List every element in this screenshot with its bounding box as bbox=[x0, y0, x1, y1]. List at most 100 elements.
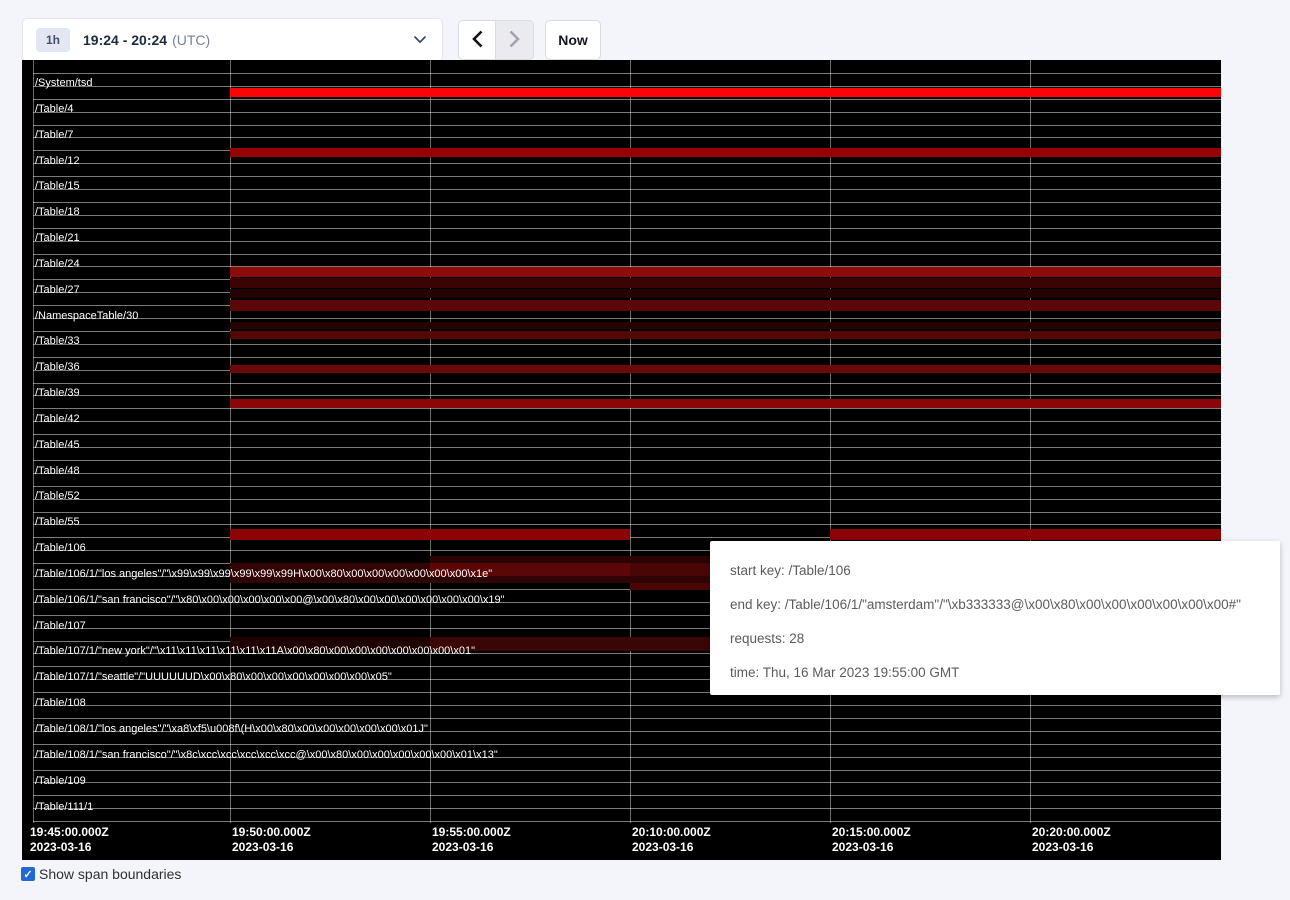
time-axis-label: 20:10:00.000Z2023-03-16 bbox=[632, 825, 711, 855]
row-label: /System/tsd bbox=[35, 77, 92, 89]
span-boundary-line bbox=[33, 241, 1221, 242]
span-boundary-line bbox=[33, 705, 1221, 706]
time-grid-line bbox=[830, 60, 831, 823]
chevron-right-icon bbox=[509, 30, 520, 51]
row-label: /Table/27 bbox=[35, 284, 80, 296]
axis-time: 19:50:00.000Z bbox=[232, 825, 311, 840]
axis-date: 2023-03-16 bbox=[832, 840, 911, 855]
row-label: /Table/39 bbox=[35, 387, 80, 399]
row-label: /Table/45 bbox=[35, 439, 80, 451]
heatmap-band[interactable] bbox=[230, 278, 1221, 288]
span-boundary-line bbox=[33, 770, 1221, 771]
next-interval-button[interactable] bbox=[496, 21, 533, 59]
axis-date: 2023-03-16 bbox=[632, 840, 711, 855]
show-span-boundaries-checkbox[interactable]: ✓ bbox=[21, 867, 35, 881]
span-boundary-line bbox=[33, 254, 1221, 255]
row-label: /Table/108/1/"san francisco"/"\x8c\xcc\x… bbox=[35, 749, 498, 761]
heatmap-band[interactable] bbox=[230, 399, 1221, 408]
tooltip-requests: requests: 28 bbox=[730, 622, 1260, 656]
span-boundary-line bbox=[33, 215, 1221, 216]
time-nav-group bbox=[458, 20, 534, 60]
now-button[interactable]: Now bbox=[545, 20, 601, 60]
span-boundary-line bbox=[33, 421, 1221, 422]
cell-tooltip: start key: /Table/106 end key: /Table/10… bbox=[710, 541, 1280, 695]
axis-time: 20:10:00.000Z bbox=[632, 825, 711, 840]
heatmap-band[interactable] bbox=[230, 88, 1221, 97]
time-axis-label: 19:50:00.000Z2023-03-16 bbox=[232, 825, 311, 855]
footer: ✓ Show span boundaries bbox=[21, 866, 181, 882]
axis-time: 19:55:00.000Z bbox=[432, 825, 511, 840]
row-label: /Table/24 bbox=[35, 258, 80, 270]
row-label: /NamespaceTable/30 bbox=[35, 310, 138, 322]
axis-time: 20:20:00.000Z bbox=[1032, 825, 1111, 840]
row-label: /Table/7 bbox=[35, 129, 74, 141]
row-label: /Table/111/1 bbox=[35, 801, 93, 813]
span-boundary-line bbox=[33, 782, 1221, 783]
row-label: /Table/48 bbox=[35, 465, 80, 477]
span-boundary-line bbox=[33, 821, 1221, 822]
span-boundary-line bbox=[33, 434, 1221, 435]
span-boundary-line bbox=[33, 125, 1221, 126]
key-visualizer-canvas[interactable]: /System/tsd/Table/4/Table/7/Table/12/Tab… bbox=[22, 60, 1221, 860]
heatmap-band[interactable] bbox=[830, 529, 1221, 540]
row-label: /Table/42 bbox=[35, 413, 80, 425]
range-text: 19:24 - 20:24 bbox=[83, 32, 167, 48]
span-boundary-line bbox=[33, 383, 1221, 384]
axis-date: 2023-03-16 bbox=[30, 840, 109, 855]
span-boundary-line bbox=[33, 99, 1221, 100]
heatmap-band[interactable] bbox=[230, 365, 1221, 373]
heatmap-band[interactable] bbox=[230, 267, 1221, 277]
tooltip-end-key: end key: /Table/106/1/"amsterdam"/"\xb33… bbox=[730, 588, 1260, 622]
axis-date: 2023-03-16 bbox=[432, 840, 511, 855]
row-label: /Table/15 bbox=[35, 180, 80, 192]
heatmap-band[interactable] bbox=[230, 148, 1221, 157]
tooltip-time: time: Thu, 16 Mar 2023 19:55:00 GMT bbox=[730, 656, 1260, 690]
previous-interval-button[interactable] bbox=[459, 21, 496, 59]
time-axis-label: 19:45:00.000Z2023-03-16 bbox=[30, 825, 109, 855]
row-label: /Table/21 bbox=[35, 232, 80, 244]
span-boundary-line bbox=[33, 163, 1221, 164]
axis-time: 20:15:00.000Z bbox=[832, 825, 911, 840]
time-grid-line bbox=[430, 60, 431, 823]
row-label: /Table/107/1/"new york"/"\x11\x11\x11\x1… bbox=[35, 645, 475, 657]
span-boundary-line bbox=[33, 395, 1221, 396]
heatmap-band[interactable] bbox=[230, 300, 1221, 311]
row-label: /Table/52 bbox=[35, 490, 80, 502]
row-label: /Table/55 bbox=[35, 516, 80, 528]
row-label: /Table/33 bbox=[35, 335, 80, 347]
axis-time: 19:45:00.000Z bbox=[30, 825, 109, 840]
span-boundary-line bbox=[33, 473, 1221, 474]
time-grid-line bbox=[33, 60, 34, 823]
time-axis-label: 20:15:00.000Z2023-03-16 bbox=[832, 825, 911, 855]
axis-date: 2023-03-16 bbox=[1032, 840, 1111, 855]
range-duration-badge: 1h bbox=[36, 28, 70, 52]
heatmap-band[interactable] bbox=[230, 289, 1221, 298]
row-label: /Table/109 bbox=[35, 775, 86, 787]
heatmap-band[interactable] bbox=[230, 331, 1221, 339]
span-boundary-line bbox=[33, 744, 1221, 745]
span-boundary-line bbox=[33, 176, 1221, 177]
span-boundary-line bbox=[33, 189, 1221, 190]
row-label: /Table/108 bbox=[35, 697, 86, 709]
span-boundary-line bbox=[33, 486, 1221, 487]
time-grid-line bbox=[230, 60, 231, 823]
time-grid-line bbox=[1030, 60, 1031, 823]
span-boundary-line bbox=[33, 112, 1221, 113]
tooltip-start-key: start key: /Table/106 bbox=[730, 554, 1260, 588]
heatmap-band[interactable] bbox=[230, 322, 1221, 329]
span-boundary-line bbox=[33, 524, 1221, 525]
span-boundary-line bbox=[33, 447, 1221, 448]
span-boundary-line bbox=[33, 228, 1221, 229]
span-boundary-line bbox=[33, 499, 1221, 500]
span-boundary-line bbox=[33, 408, 1221, 409]
row-label: /Table/36 bbox=[35, 361, 80, 373]
row-label: /Table/12 bbox=[35, 155, 80, 167]
time-grid-line bbox=[630, 60, 631, 823]
row-label: /Table/107/1/"seattle"/"UUUUUUD\x00\x80\… bbox=[35, 671, 392, 683]
row-label: /Table/107 bbox=[35, 620, 86, 632]
time-axis-label: 19:55:00.000Z2023-03-16 bbox=[432, 825, 511, 855]
heatmap-band[interactable] bbox=[230, 529, 630, 540]
chevron-down-icon bbox=[414, 31, 426, 49]
time-range-selector[interactable]: 1h 19:24 - 20:24 (UTC) bbox=[22, 18, 443, 62]
chevron-left-icon bbox=[472, 30, 483, 51]
